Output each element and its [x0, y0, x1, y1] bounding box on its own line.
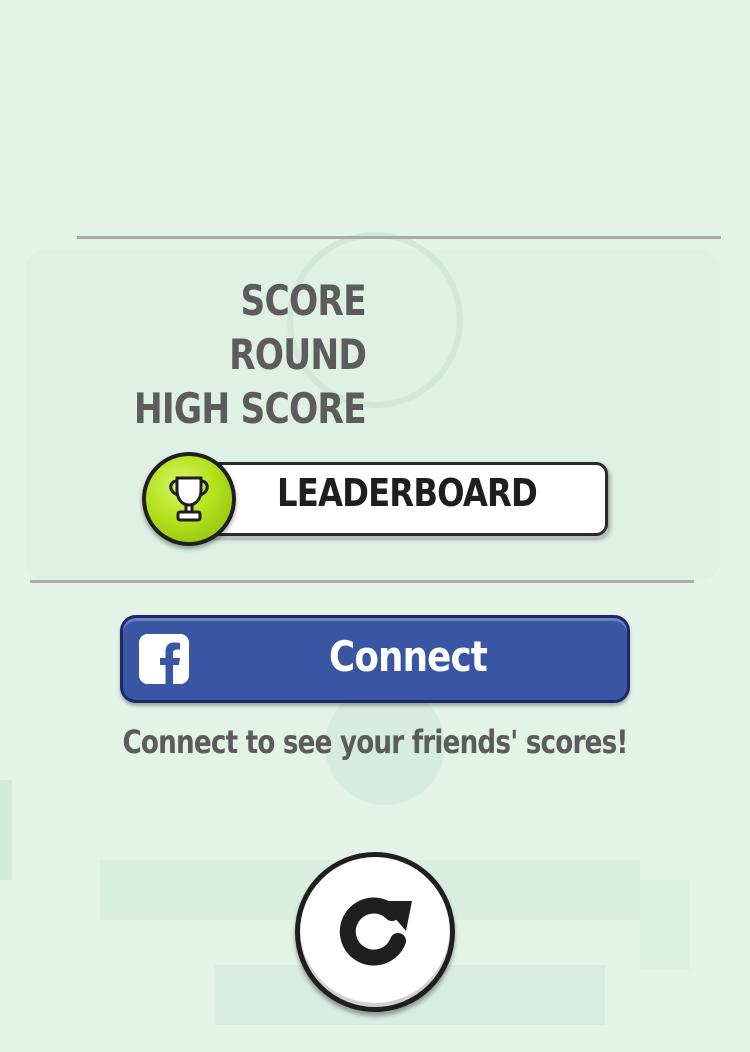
leaderboard-label: LEADERBOARD	[277, 471, 538, 515]
divider-top	[77, 236, 721, 239]
high-score-label: HIGH SCORE	[134, 384, 367, 433]
leaderboard-button[interactable]: LEADERBOARD	[142, 452, 608, 546]
score-label: SCORE	[240, 276, 367, 325]
facebook-icon	[139, 634, 189, 684]
connect-hint-text: Connect to see your friends' scores!	[122, 723, 628, 761]
trophy-icon	[169, 476, 209, 522]
divider-middle	[30, 580, 694, 583]
trophy-badge	[142, 452, 236, 546]
round-label: ROUND	[228, 330, 367, 379]
replay-button[interactable]	[295, 852, 455, 1012]
connect-label: Connect	[328, 632, 488, 681]
replay-icon	[339, 897, 412, 966]
facebook-connect-button[interactable]: Connect	[120, 615, 630, 703]
